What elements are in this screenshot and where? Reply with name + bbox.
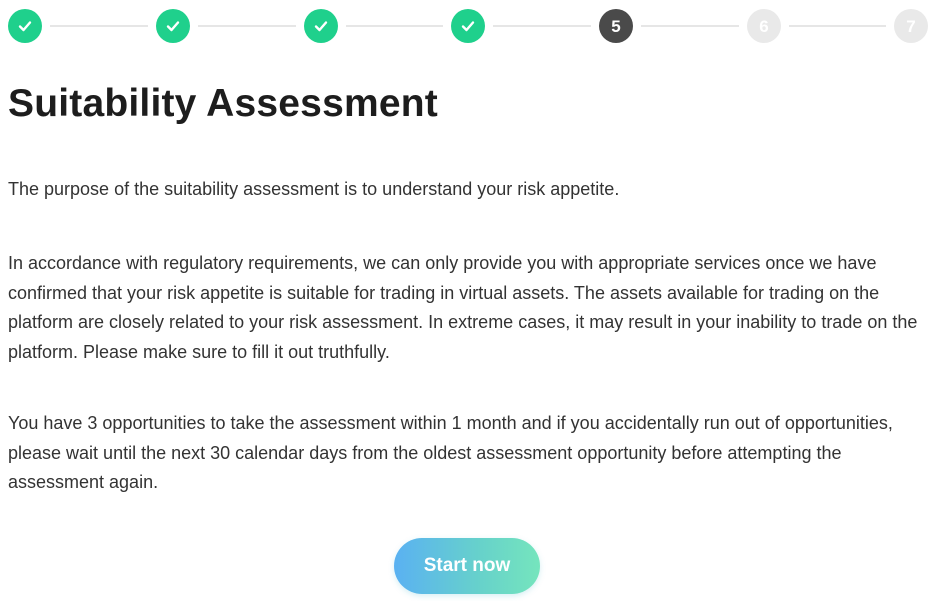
step-number: 5 <box>611 16 621 36</box>
step-6-pending: 6 <box>747 9 781 43</box>
step-7-pending: 7 <box>894 9 928 43</box>
step-2-completed <box>156 9 190 43</box>
step-connector <box>50 25 148 27</box>
step-3-completed <box>304 9 338 43</box>
step-number: 6 <box>759 16 769 36</box>
check-icon <box>313 18 329 34</box>
step-number: 7 <box>906 16 916 36</box>
step-5-current: 5 <box>599 9 633 43</box>
attempts-paragraph: You have 3 opportunities to take the ass… <box>8 413 893 492</box>
step-1-completed <box>8 9 42 43</box>
step-4-completed <box>451 9 485 43</box>
check-icon <box>165 18 181 34</box>
step-connector <box>346 25 443 27</box>
start-now-button[interactable]: Start now <box>394 538 540 594</box>
intro-paragraph: The purpose of the suitability assessmen… <box>8 179 620 199</box>
step-connector <box>641 25 739 27</box>
page-title: Suitability Assessment <box>8 82 438 125</box>
step-connector <box>789 25 886 27</box>
step-connector <box>198 25 296 27</box>
check-icon <box>17 18 33 34</box>
step-connector <box>493 25 591 27</box>
regulatory-paragraph: In accordance with regulatory requiremen… <box>8 253 918 362</box>
check-icon <box>460 18 476 34</box>
progress-stepper: 5 6 7 <box>0 0 936 50</box>
